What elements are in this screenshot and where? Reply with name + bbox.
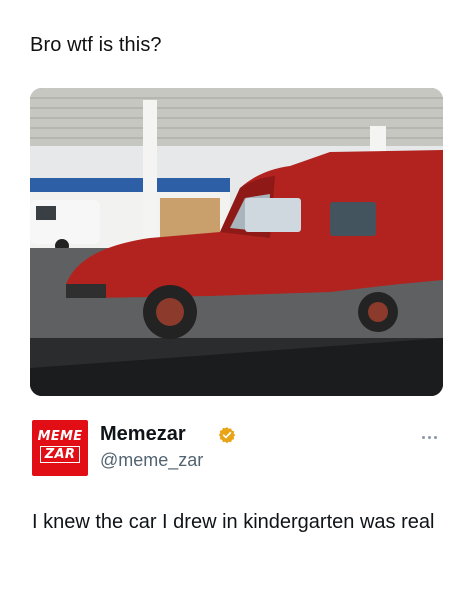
car-photo-illustration — [30, 88, 443, 396]
avatar[interactable]: MEME ZAR — [32, 420, 88, 476]
avatar-line-2: ZAR — [32, 446, 88, 463]
author-handle[interactable]: @meme_zar — [100, 450, 203, 471]
verified-badge-icon — [218, 427, 236, 444]
tweet-text: I knew the car I drew in kindergarten wa… — [32, 511, 435, 533]
post-caption: Bro wtf is this? — [30, 34, 162, 56]
post-photo[interactable] — [30, 88, 443, 396]
ellipsis-icon[interactable] — [420, 426, 440, 439]
author-name[interactable]: Memezar — [100, 423, 186, 446]
avatar-line-2-text: ZAR — [39, 446, 81, 463]
author-row: MEME ZAR Memezar @meme_zar — [32, 420, 444, 480]
avatar-line-1: MEME — [37, 429, 83, 444]
